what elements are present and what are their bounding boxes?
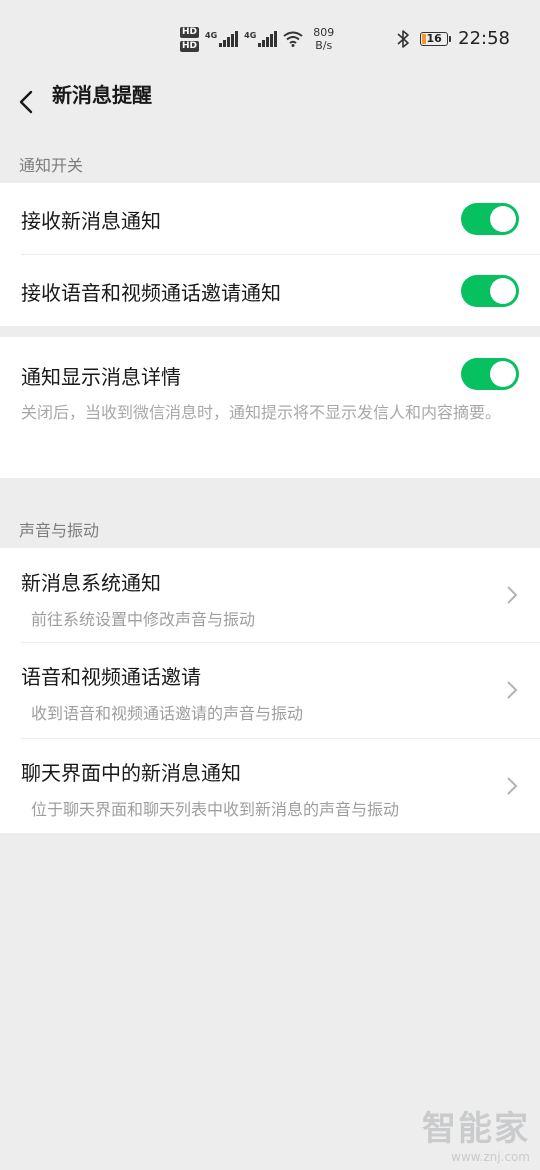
- chevron-right-icon: [507, 681, 518, 699]
- clock: 22:58: [458, 28, 510, 49]
- sound-card: 新消息系统通知 前往系统设置中修改声音与振动 语音和视频通话邀请 收到语音和视频…: [0, 548, 540, 833]
- back-button[interactable]: [14, 80, 38, 124]
- status-right: 16 22:58: [396, 28, 510, 49]
- toggle-knob: [490, 206, 516, 232]
- network-speed: 809 B/s: [313, 26, 334, 52]
- row-call-invite-sound[interactable]: 语音和视频通话邀请 收到语音和视频通话邀请的声音与振动: [0, 643, 540, 738]
- hd-indicators: HD HD: [180, 26, 200, 52]
- signal-icon-2: 4G: [244, 31, 278, 47]
- row-sub: 前往系统设置中修改声音与振动: [31, 610, 256, 629]
- back-arrow-icon: [19, 90, 33, 114]
- chevron-right-icon: [507, 586, 518, 604]
- row-label-show-detail: 通知显示消息详情: [21, 365, 181, 389]
- toggle-knob: [490, 361, 516, 387]
- row-chat-new-message[interactable]: 聊天界面中的新消息通知 位于聊天界面和聊天列表中收到新消息的声音与振动: [0, 739, 540, 833]
- section-header-sound: 声音与振动: [19, 521, 100, 540]
- status-bar: HD HD 4G 4G 809 B/s 16 22:58: [0, 0, 540, 80]
- wifi-icon: [283, 31, 303, 47]
- signal-icon-1: 4G: [205, 31, 239, 47]
- chevron-right-icon: [507, 777, 518, 795]
- row-receive-new-message[interactable]: 接收新消息通知: [0, 183, 540, 255]
- row-sub: 位于聊天界面和聊天列表中收到新消息的声音与振动: [31, 800, 400, 819]
- row-label: 接收语音和视频通话邀请通知: [21, 281, 281, 305]
- row-label: 接收新消息通知: [21, 209, 161, 233]
- toggle-receive-new-message[interactable]: [461, 203, 519, 235]
- row-sub: 收到语音和视频通话邀请的声音与振动: [31, 704, 304, 723]
- row-label: 语音和视频通话邀请: [21, 665, 201, 689]
- toggle-knob: [490, 278, 516, 304]
- watermark: 智能家 www.znj.com: [422, 1101, 530, 1164]
- hd-icon-2: HD: [180, 40, 200, 52]
- speed-value: 809: [313, 26, 335, 39]
- show-detail-description: 关闭后，当收到微信消息时，通知提示将不显示发信人和内容摘要。: [21, 403, 502, 422]
- net-label-1: 4G: [205, 31, 218, 40]
- detail-card: 通知显示消息详情 关闭后，当收到微信消息时，通知提示将不显示发信人和内容摘要。: [0, 337, 540, 478]
- section-header-notify: 通知开关: [19, 156, 84, 175]
- toggle-show-detail[interactable]: [461, 358, 519, 390]
- battery-icon: 16: [420, 31, 452, 46]
- toggle-receive-call-invite[interactable]: [461, 275, 519, 307]
- nav-bar: 新消息提醒: [0, 80, 540, 124]
- hd-icon-1: HD: [180, 26, 200, 38]
- watermark-url: www.znj.com: [451, 1150, 530, 1164]
- bluetooth-icon: [397, 29, 409, 48]
- speed-unit: B/s: [315, 39, 333, 52]
- row-system-notification[interactable]: 新消息系统通知 前往系统设置中修改声音与振动: [0, 548, 540, 643]
- row-label: 新消息系统通知: [21, 571, 161, 595]
- battery-level: 16: [426, 31, 442, 45]
- page-title: 新消息提醒: [52, 83, 152, 107]
- net-label-2: 4G: [244, 31, 257, 40]
- notify-card: 接收新消息通知 接收语音和视频通话邀请通知: [0, 183, 540, 326]
- status-left: HD HD 4G 4G 809 B/s: [180, 22, 334, 56]
- row-receive-call-invite[interactable]: 接收语音和视频通话邀请通知: [0, 255, 540, 326]
- watermark-logo: 智能家: [422, 1109, 530, 1149]
- row-label: 聊天界面中的新消息通知: [21, 761, 241, 785]
